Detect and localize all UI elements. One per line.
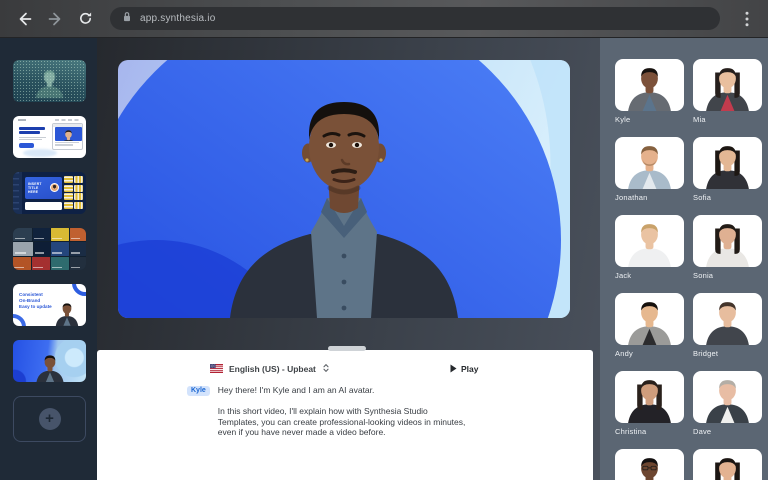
mini-avatar-circle	[50, 183, 59, 192]
scene-thumbnail-1[interactable]	[13, 60, 86, 102]
avatar-name: Sofia	[693, 193, 762, 202]
browser-toolbar: app.synthesia.io	[0, 0, 768, 38]
avatar-name: Christina	[615, 427, 684, 436]
plus-icon: +	[39, 408, 61, 430]
avatar-name: Mia	[693, 115, 762, 124]
scene-sidebar: INSERT TITLE HERE ConsistentOn-BrandEasy…	[0, 38, 97, 480]
avatar-cell-dave: Dave	[693, 371, 762, 449]
avatar-cell-kyle: Kyle	[615, 59, 684, 137]
chevron-updown-icon	[322, 360, 330, 378]
avatar-name: Jack	[615, 271, 684, 280]
avatar-name: Bridget	[693, 349, 762, 358]
scene-thumbnail-5[interactable]: ConsistentOn-BrandEasy to update	[13, 284, 86, 326]
play-icon	[450, 360, 457, 378]
avatar-card-dave[interactable]	[693, 371, 762, 423]
scene-thumbnail-4[interactable]	[13, 228, 86, 270]
particle-figure	[27, 65, 72, 102]
avatar-card-jonathan[interactable]	[615, 137, 684, 189]
script-panel: English (US) - Upbeat Play Kyle Hey ther…	[97, 350, 593, 480]
avatar-cell-andy: Andy	[615, 293, 684, 371]
brand-slide-text: ConsistentOn-BrandEasy to update	[19, 292, 52, 311]
avatar-cell-mia: Mia	[693, 59, 762, 137]
avatar-name: Dave	[693, 427, 762, 436]
avatar-name: Andy	[615, 349, 684, 358]
mini-avatar-figure	[49, 299, 85, 326]
editor-main: English (US) - Upbeat Play Kyle Hey ther…	[97, 38, 600, 480]
avatar-cell-bridget: Bridget	[693, 293, 762, 371]
avatar-card-sonia[interactable]	[693, 215, 762, 267]
browser-menu-icon[interactable]	[738, 8, 756, 30]
avatar-card-kyle[interactable]	[615, 59, 684, 111]
avatar-name: Sonia	[693, 271, 762, 280]
script-text[interactable]: Hey there! I'm Kyle and I am an AI avata…	[218, 385, 468, 448]
avatar-cell	[693, 449, 762, 480]
url-bar[interactable]: app.synthesia.io	[110, 7, 720, 30]
scene-thumbnail-2[interactable]	[13, 116, 86, 158]
script-paragraph: Hey there! I'm Kyle and I am an AI avata…	[218, 385, 468, 396]
avatar-name: Jonathan	[615, 193, 684, 202]
avatar-card-andy[interactable]	[615, 293, 684, 345]
lock-icon	[122, 10, 132, 28]
scene-title-text: INSERT TITLE HERE	[28, 182, 48, 194]
avatar-cell-christina: Christina	[615, 371, 684, 449]
voice-selector[interactable]: English (US) - Upbeat	[210, 360, 330, 378]
forward-icon[interactable]	[42, 6, 68, 32]
avatar-card-jack[interactable]	[615, 215, 684, 267]
avatar-cell-sofia: Sofia	[693, 137, 762, 215]
avatar-card-mia[interactable]	[693, 59, 762, 111]
us-flag-icon	[210, 360, 223, 378]
refresh-icon[interactable]	[72, 6, 98, 32]
play-button[interactable]: Play	[450, 360, 479, 378]
app-content: INSERT TITLE HERE ConsistentOn-BrandEasy…	[0, 38, 768, 480]
add-scene-button[interactable]: +	[13, 396, 86, 442]
speaker-badge: Kyle	[187, 386, 210, 396]
back-icon[interactable]	[12, 6, 38, 32]
avatar-card-bridget[interactable]	[693, 293, 762, 345]
scene-thumbnail-6[interactable]	[13, 340, 86, 382]
script-editor[interactable]: Kyle Hey there! I'm Kyle and I am an AI …	[187, 385, 468, 448]
avatar-card-christina[interactable]	[615, 371, 684, 423]
url-text: app.synthesia.io	[140, 13, 215, 24]
avatar-cell	[615, 449, 684, 480]
avatar-name: Kyle	[615, 115, 684, 124]
script-paragraph: In this short video, I'll explain how wi…	[218, 406, 468, 438]
avatar-card[interactable]	[615, 449, 684, 480]
panel-drag-handle[interactable]	[328, 346, 366, 351]
video-canvas[interactable]	[118, 60, 570, 318]
voice-label: English (US) - Upbeat	[229, 364, 316, 374]
avatar-card[interactable]	[693, 449, 762, 480]
avatar-gallery: Kyle Mia Jonathan Sofia Jack Sonia Andy Bridget…	[600, 38, 768, 480]
scene-thumbnail-3[interactable]: INSERT TITLE HERE	[13, 172, 86, 214]
avatar-cell-jack: Jack	[615, 215, 684, 293]
avatar-card-sofia[interactable]	[693, 137, 762, 189]
avatar-cell-sonia: Sonia	[693, 215, 762, 293]
mini-avatar-figure	[28, 350, 72, 382]
play-label: Play	[461, 364, 479, 374]
avatar-cell-jonathan: Jonathan	[615, 137, 684, 215]
